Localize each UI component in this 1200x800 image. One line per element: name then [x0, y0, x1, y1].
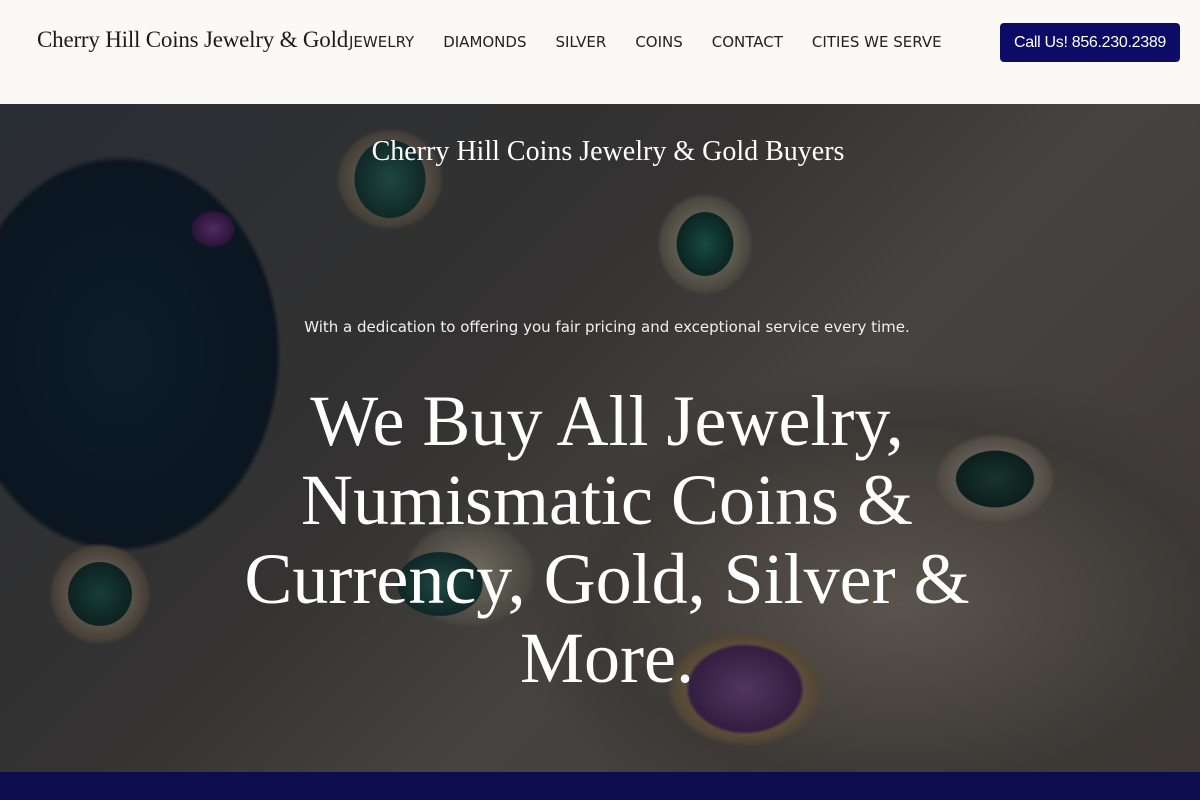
bottom-section-band — [0, 772, 1200, 800]
main-nav: JEWELRY DIAMONDS SILVER COINS CONTACT CI… — [349, 33, 971, 51]
hero-subtitle: Cherry Hill Coins Jewelry & Gold Buyers — [371, 136, 845, 167]
nav-item-cities-we-serve[interactable]: CITIES WE SERVE — [812, 33, 942, 51]
nav-item-coins[interactable]: COINS — [635, 33, 682, 51]
hero-heading: We Buy All Jewelry, Numismatic Coins & C… — [244, 381, 970, 698]
nav-item-diamonds[interactable]: DIAMONDS — [443, 33, 526, 51]
nav-item-contact[interactable]: CONTACT — [712, 33, 783, 51]
hero-tagline: With a dedication to offering you fair p… — [304, 318, 910, 336]
nav-item-jewelry[interactable]: JEWELRY — [349, 33, 414, 51]
site-logo[interactable]: Cherry Hill Coins Jewelry & Gold — [37, 27, 348, 53]
call-us-button[interactable]: Call Us! 856.230.2389 — [1000, 23, 1180, 62]
nav-item-silver[interactable]: SILVER — [555, 33, 606, 51]
site-header: Cherry Hill Coins Jewelry & Gold JEWELRY… — [0, 0, 1200, 104]
hero-section: Cherry Hill Coins Jewelry & Gold Buyers … — [0, 104, 1200, 772]
